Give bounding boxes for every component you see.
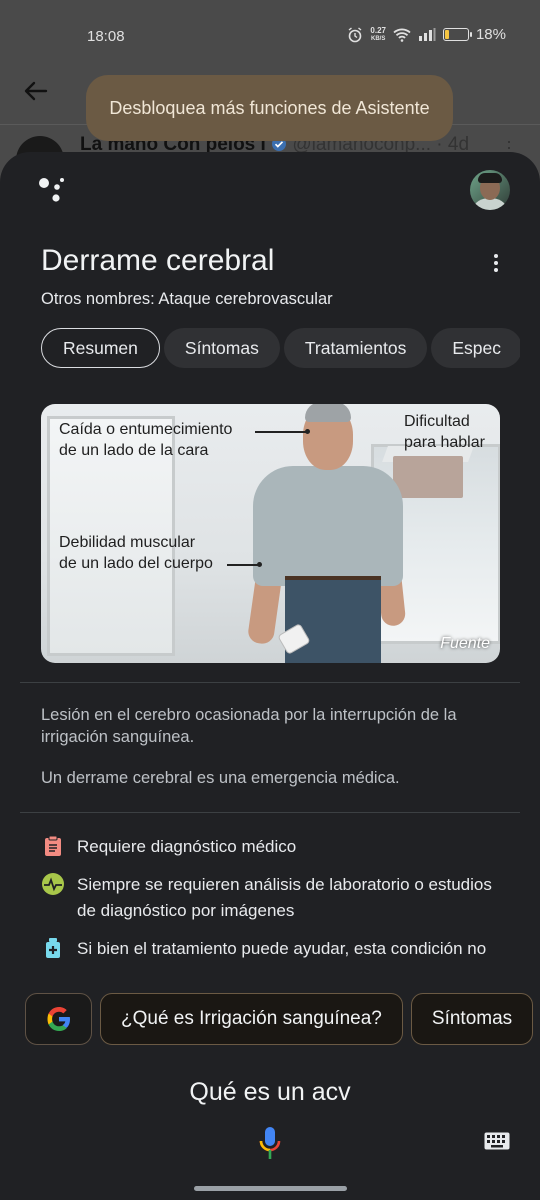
tab-chips: Resumen Síntomas Tratamientos Espec [41, 328, 520, 370]
description: Lesión en el cerebro ocasionada por la i… [41, 706, 457, 746]
status-time: 18:08 [87, 28, 125, 45]
divider [20, 812, 520, 813]
keyboard-icon[interactable] [484, 1132, 510, 1150]
microphone-icon[interactable] [258, 1126, 282, 1160]
list-item: Requiere diagnóstico médico [41, 834, 511, 860]
suggestion-irrigacion[interactable]: ¿Qué es Irrigación sanguínea? [100, 993, 403, 1045]
divider [20, 682, 520, 683]
label-face: Caída o entumecimiento de un lado de la … [59, 421, 233, 459]
net-speed: 0.27 KB/S [370, 25, 386, 42]
facts-list: Requiere diagnóstico médico Siempre se r… [41, 834, 511, 960]
assistant-sheet: Derrame cerebral Otros nombres: Ataque c… [0, 152, 540, 1200]
battery-percent: 18% [475, 26, 506, 43]
assistant-logo-icon [39, 178, 64, 202]
signal-icon [418, 28, 436, 41]
toast-unlock-assistant[interactable]: Desbloquea más funciones de Asistente [86, 75, 453, 141]
status-bar: 18:08 0.27 KB/S 18% [0, 0, 540, 72]
tab-resumen[interactable]: Resumen [41, 328, 160, 368]
battery-icon [442, 28, 472, 41]
label-speech: Dificultad para hablar [404, 413, 485, 451]
suggestion-sintomas[interactable]: Síntomas [410, 993, 534, 1045]
medicine-bottle-icon [46, 938, 60, 958]
stroke-illustration[interactable]: Caída o entumecimiento de un lado de la … [41, 404, 500, 663]
alt-names: Otros nombres: Ataque cerebrovascular [41, 290, 333, 308]
fact-text: Siempre se requieren análisis de laborat… [77, 875, 492, 920]
image-source-link[interactable]: Fuente [440, 635, 490, 653]
fact-text: Requiere diagnóstico médico [77, 837, 297, 856]
google-search-button[interactable] [25, 993, 92, 1045]
back-arrow-icon[interactable] [22, 77, 50, 105]
pulse-icon [42, 873, 64, 895]
tab-tratamientos[interactable]: Tratamientos [283, 328, 428, 368]
voice-query-text: Qué es un acv [189, 1078, 351, 1106]
emergency-note: Un derrame cerebral es una emergencia mé… [41, 769, 400, 787]
more-options-icon[interactable] [492, 254, 500, 274]
tab-especialistas[interactable]: Espec [431, 328, 520, 368]
wifi-icon [393, 28, 411, 42]
label-weakness: Debilidad muscular de un lado del cuerpo [59, 534, 213, 572]
home-indicator[interactable] [194, 1186, 347, 1191]
suggestion-chips: ¿Qué es Irrigación sanguínea? Síntomas [25, 993, 540, 1047]
alarm-icon [348, 26, 362, 42]
list-item: Siempre se requieren análisis de laborat… [41, 872, 511, 924]
page-title: Derrame cerebral [41, 244, 275, 277]
list-item: Si bien el tratamiento puede ayudar, est… [41, 936, 511, 960]
tab-sintomas[interactable]: Síntomas [163, 328, 280, 368]
clipboard-icon [45, 835, 61, 856]
google-g-icon [47, 1007, 70, 1031]
profile-avatar[interactable] [470, 170, 510, 210]
fact-text: Si bien el tratamiento puede ayudar, est… [77, 939, 487, 958]
